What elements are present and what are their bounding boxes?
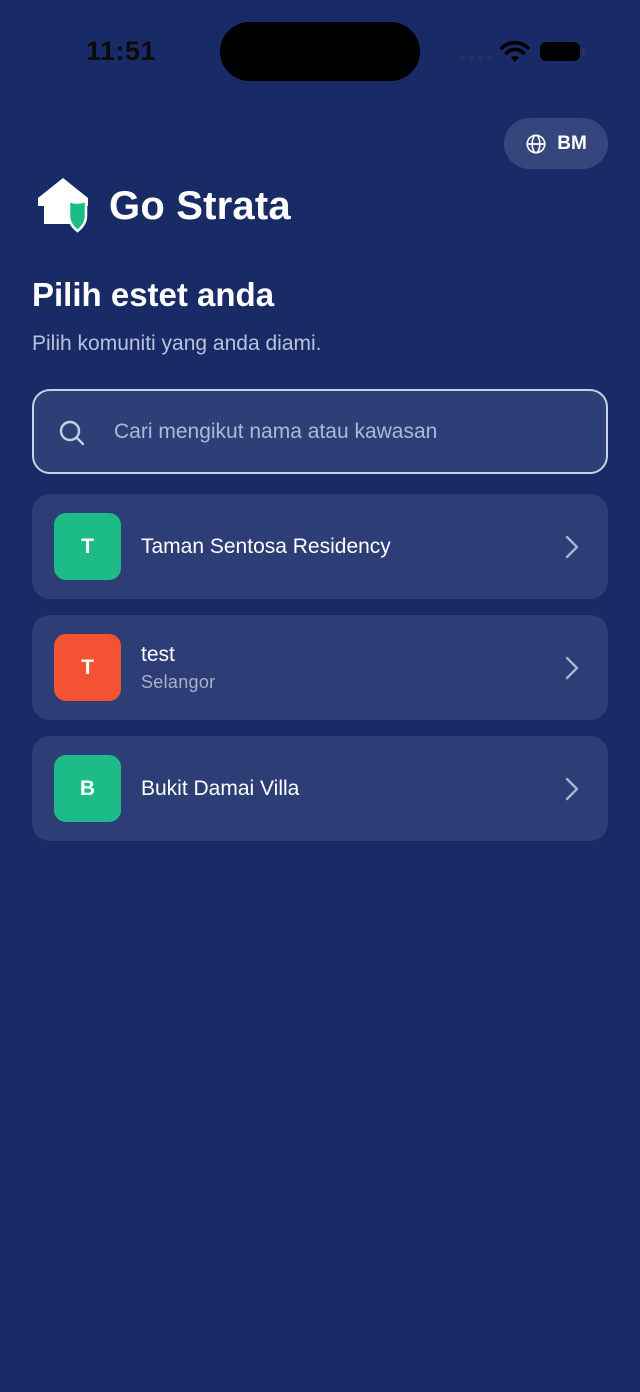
wifi-icon xyxy=(500,40,530,62)
estate-list-item[interactable]: B Bukit Damai Villa xyxy=(32,736,608,841)
page-subtitle: Pilih komuniti yang anda diami. xyxy=(32,332,322,355)
search-icon xyxy=(59,420,85,446)
estate-name: Bukit Damai Villa xyxy=(141,776,300,800)
estate-list-item[interactable]: T Taman Sentosa Residency xyxy=(32,494,608,599)
page-title: Pilih estet anda xyxy=(32,276,275,313)
house-shield-logo xyxy=(38,178,88,233)
estate-avatar: T xyxy=(54,634,121,701)
language-toggle-button[interactable]: BM xyxy=(504,118,608,169)
status-bar: 11:51 xyxy=(0,0,640,100)
dynamic-island xyxy=(220,22,420,81)
estate-list: T Taman Sentosa Residency T test Selango… xyxy=(32,494,608,857)
status-time: 11:51 xyxy=(86,36,157,66)
estate-name: Taman Sentosa Residency xyxy=(141,534,391,558)
screen: 11:51 BM Go Strata Pilih estet anda Pili… xyxy=(0,0,640,1392)
estate-text: Taman Sentosa Residency xyxy=(141,494,391,599)
estate-list-item[interactable]: T test Selangor xyxy=(32,615,608,720)
estate-avatar: B xyxy=(54,755,121,822)
estate-text: test Selangor xyxy=(141,615,215,720)
search-box[interactable] xyxy=(32,389,608,474)
language-label: BM xyxy=(557,132,587,154)
globe-icon xyxy=(526,133,546,154)
estate-avatar: T xyxy=(54,513,121,580)
estate-area: Selangor xyxy=(141,671,216,692)
chevron-right-icon xyxy=(565,656,579,680)
brand: Go Strata xyxy=(36,176,291,236)
estate-text: Bukit Damai Villa xyxy=(141,736,299,841)
search-input[interactable] xyxy=(114,391,594,472)
chevron-right-icon xyxy=(565,777,579,801)
chevron-right-icon xyxy=(565,535,579,559)
brand-name: Go Strata xyxy=(109,183,291,228)
estate-name: test xyxy=(141,642,175,666)
battery-icon xyxy=(540,42,585,61)
signal-icon xyxy=(460,55,492,60)
